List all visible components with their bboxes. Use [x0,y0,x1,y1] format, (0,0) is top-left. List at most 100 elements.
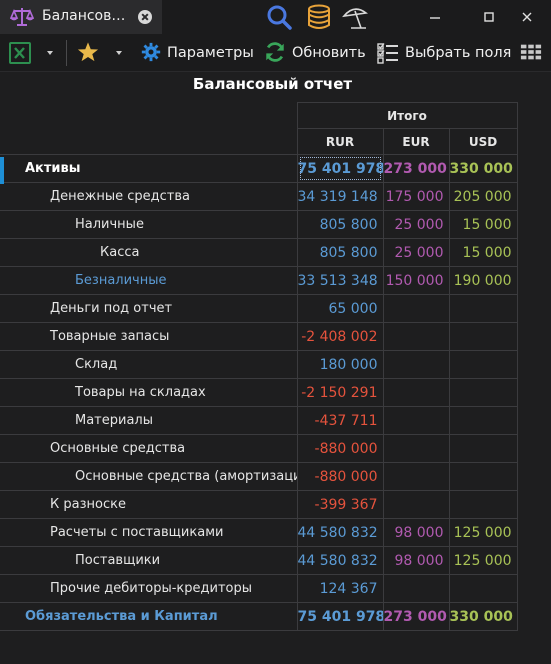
cell-usd[interactable] [448,322,518,351]
minimize-icon[interactable] [422,4,448,30]
row-label[interactable]: Прочие дебиторы-кредиторы [0,574,298,603]
database-icon[interactable] [306,4,332,30]
row-label[interactable]: Поставщики [0,546,298,575]
table-row[interactable]: Безналичные 33 513 348 150 000 190 000 [0,266,518,295]
cell-rur[interactable]: 124 367 [296,574,384,603]
cell-usd[interactable] [448,406,518,435]
table-row[interactable]: Материалы -437 711 [0,406,518,435]
cell-rur[interactable]: -880 000 [296,462,384,491]
checklist-icon[interactable] [376,41,400,65]
cell-rur[interactable]: 44 580 832 [296,518,384,547]
beach-umbrella-icon[interactable] [342,4,368,30]
table-row[interactable]: Товары на складах -2 150 291 [0,378,518,407]
cell-rur[interactable]: 805 800 [296,238,384,267]
cell-eur[interactable]: 273 000 [382,154,450,183]
cell-usd[interactable] [448,434,518,463]
cell-eur[interactable] [382,574,450,603]
cell-usd[interactable] [448,574,518,603]
close-window-icon[interactable] [514,4,540,30]
row-label[interactable]: Основные средства (амортизация) [0,462,298,491]
row-label[interactable]: Обязательства и Капитал [0,602,298,631]
table-row[interactable]: Активы 75 401 978 273 000 330 000 [0,154,518,183]
row-label[interactable]: Касса [0,238,298,267]
currency-header-usd[interactable]: USD [448,128,518,155]
table-row[interactable]: Расчеты с поставщиками 44 580 832 98 000 12… [0,518,518,547]
cell-eur[interactable]: 25 000 [382,238,450,267]
cell-rur[interactable]: 75 401 978 [296,602,384,631]
cell-rur[interactable]: 180 000 [296,350,384,379]
star-icon[interactable] [77,41,99,63]
row-label[interactable]: Материалы [0,406,298,435]
refresh-icon[interactable] [264,41,286,63]
cell-usd[interactable]: 125 000 [448,518,518,547]
maximize-icon[interactable] [476,4,502,30]
cell-usd[interactable] [448,462,518,491]
row-label[interactable]: Безналичные [0,266,298,295]
cell-usd[interactable]: 330 000 [448,154,518,183]
cell-rur[interactable]: -2 408 002 [296,322,384,351]
table-row[interactable]: Склад 180 000 [0,350,518,379]
total-column-header[interactable]: Итого [296,102,518,129]
currency-header-eur[interactable]: EUR [382,128,450,155]
table-row[interactable]: Основные средства -880 000 [0,434,518,463]
cell-usd[interactable]: 15 000 [448,238,518,267]
cell-usd[interactable] [448,294,518,323]
cell-rur[interactable]: 805 800 [296,210,384,239]
document-tab[interactable]: Балансов… [0,0,162,34]
row-label[interactable]: Основные средства [0,434,298,463]
cell-eur[interactable]: 175 000 [382,182,450,211]
cell-rur[interactable]: 75 401 978 [296,154,384,183]
row-label[interactable]: Товарные запасы [0,322,298,351]
row-label[interactable]: Деньги под отчет [0,294,298,323]
cell-rur[interactable]: -399 367 [296,490,384,519]
grid-icon[interactable] [520,41,542,63]
parameters-button[interactable]: Параметры [167,45,254,61]
cell-eur[interactable] [382,322,450,351]
cell-eur[interactable]: 98 000 [382,546,450,575]
row-label[interactable]: Расчеты с поставщиками [0,518,298,547]
row-label[interactable]: К разноске [0,490,298,519]
row-label[interactable]: Товары на складах [0,378,298,407]
cell-usd[interactable] [448,350,518,379]
table-row[interactable]: К разноске -399 367 [0,490,518,519]
row-label[interactable]: Наличные [0,210,298,239]
cell-eur[interactable]: 25 000 [382,210,450,239]
table-row[interactable]: Денежные средства 34 319 148 175 000 205 00… [0,182,518,211]
cell-usd[interactable]: 125 000 [448,546,518,575]
magnifier-icon[interactable] [266,4,292,30]
gear-icon[interactable] [141,41,161,63]
cell-eur[interactable] [382,490,450,519]
select-fields-button[interactable]: Выбрать поля [405,45,511,61]
cell-eur[interactable] [382,378,450,407]
table-row[interactable]: Поставщики 44 580 832 98 000 125 000 [0,546,518,575]
cell-usd[interactable]: 205 000 [448,182,518,211]
cell-rur[interactable]: -880 000 [296,434,384,463]
cell-rur[interactable]: 34 319 148 [296,182,384,211]
cell-rur[interactable]: 44 580 832 [296,546,384,575]
cell-usd[interactable]: 15 000 [448,210,518,239]
cell-eur[interactable] [382,406,450,435]
table-row[interactable]: Прочие дебиторы-кредиторы 124 367 [0,574,518,603]
cell-eur[interactable]: 150 000 [382,266,450,295]
cell-eur[interactable] [382,350,450,379]
cell-usd[interactable] [448,490,518,519]
cell-rur[interactable]: -2 150 291 [296,378,384,407]
cell-rur[interactable]: -437 711 [296,406,384,435]
table-row[interactable]: Обязательства и Капитал 75 401 978 273 000… [0,602,518,631]
cell-eur[interactable] [382,434,450,463]
row-label[interactable]: Денежные средства [0,182,298,211]
table-row[interactable]: Товарные запасы -2 408 002 [0,322,518,351]
cell-usd[interactable] [448,378,518,407]
cell-usd[interactable]: 330 000 [448,602,518,631]
cell-eur[interactable] [382,462,450,491]
table-row[interactable]: Деньги под отчет 65 000 [0,294,518,323]
table-row[interactable]: Основные средства (амортизация) -880 000 [0,462,518,491]
refresh-button[interactable]: Обновить [292,45,366,61]
cell-rur[interactable]: 33 513 348 [296,266,384,295]
close-tab-icon[interactable] [138,10,152,24]
cell-eur[interactable]: 98 000 [382,518,450,547]
favorites-dropdown-icon[interactable] [116,51,122,55]
excel-dropdown-icon[interactable] [47,51,53,55]
cell-eur[interactable]: 273 000 [382,602,450,631]
row-label[interactable]: Активы [0,154,298,183]
